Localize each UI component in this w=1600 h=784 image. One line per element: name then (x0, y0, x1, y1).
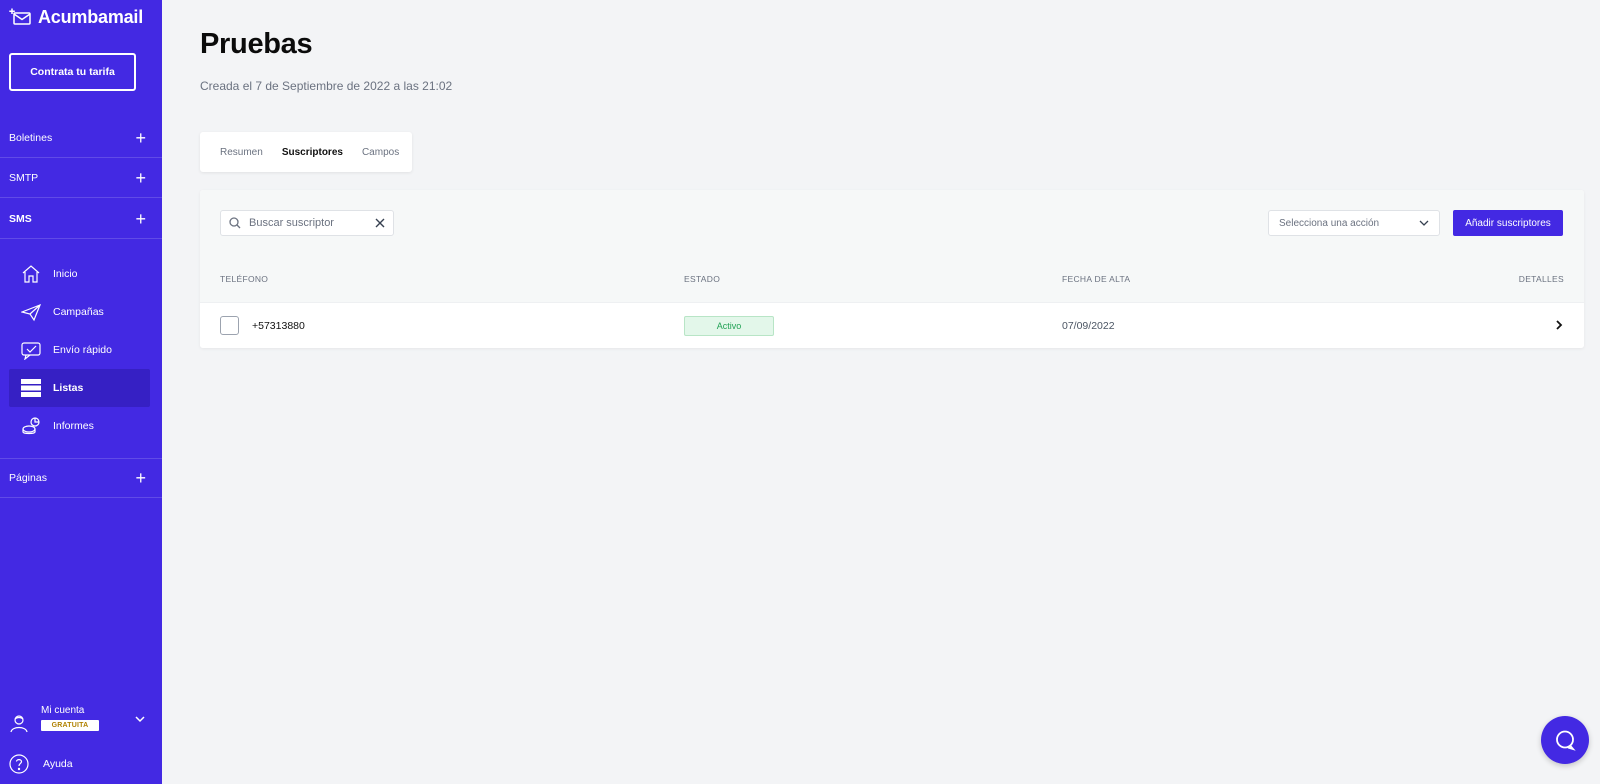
date-cell: 07/09/2022 (1062, 320, 1115, 332)
action-select[interactable]: Selecciona una acción (1268, 210, 1440, 236)
clear-icon[interactable] (375, 218, 385, 228)
column-header-fecha: FECHA DE ALTA (1062, 274, 1131, 284)
add-subscribers-button[interactable]: Añadir suscriptores (1453, 210, 1563, 236)
nav-item-campanas[interactable]: Campañas (9, 293, 150, 331)
page-subtitle: Creada el 7 de Septiembre de 2022 a las … (200, 79, 453, 93)
column-header-estado: ESTADO (684, 274, 721, 284)
chevron-down-icon (1419, 220, 1429, 226)
nav-label: Informes (53, 420, 94, 432)
action-select-label: Selecciona una acción (1279, 217, 1380, 229)
row-checkbox[interactable] (220, 316, 239, 335)
section-label: SMTP (9, 171, 39, 184)
column-header-detalles: DETALLES (1518, 274, 1564, 284)
nav-label: Inicio (53, 268, 78, 280)
search-icon (229, 217, 241, 229)
page-title: Pruebas (200, 28, 313, 60)
nav-label: Listas (53, 382, 84, 394)
chat-button[interactable] (1541, 716, 1589, 764)
account-menu[interactable]: Mi cuenta GRATUITA (9, 705, 145, 743)
help-link[interactable]: Ayuda (9, 754, 73, 774)
account-label: Mi cuenta (41, 705, 85, 716)
paper-plane-icon (21, 303, 41, 322)
user-icon (10, 715, 28, 733)
plus-icon: + (135, 167, 146, 188)
section-label: SMS (9, 212, 32, 225)
brand-logo[interactable]: Acumbamail (9, 6, 143, 28)
section-sms[interactable]: SMS + (0, 199, 162, 239)
chevron-right-icon[interactable] (1552, 318, 1566, 332)
section-label: Boletines (9, 131, 53, 144)
plus-icon: + (135, 208, 146, 229)
search-input[interactable] (249, 217, 367, 229)
chat-check-icon (21, 342, 41, 360)
plus-icon: + (135, 127, 146, 148)
help-icon (9, 754, 29, 774)
section-label: Páginas (9, 472, 47, 484)
chevron-down-icon (135, 716, 145, 723)
card-toolbar (200, 190, 1584, 302)
nav-item-informes[interactable]: Informes (9, 407, 150, 445)
plus-icon: + (135, 468, 146, 488)
tab-suscriptores[interactable]: Suscriptores (282, 147, 343, 158)
sidebar: Acumbamail Contrata tu tarifa Boletines … (0, 0, 162, 784)
list-icon (21, 379, 41, 397)
mail-plus-icon (9, 8, 31, 25)
section-paginas[interactable]: Páginas + (0, 458, 162, 498)
tab-bar: Resumen Suscriptores Campos (200, 132, 412, 172)
nav-item-listas[interactable]: Listas (9, 369, 150, 407)
plan-badge: GRATUITA (41, 720, 99, 731)
section-smtp[interactable]: SMTP + (0, 158, 162, 198)
plan-button[interactable]: Contrata tu tarifa (9, 53, 136, 91)
help-label: Ayuda (43, 758, 73, 770)
status-badge: Activo (684, 316, 774, 336)
nav-item-inicio[interactable]: Inicio (9, 255, 150, 293)
nav-label: Envío rápido (53, 344, 112, 356)
section-boletines[interactable]: Boletines + (0, 118, 162, 158)
nav-item-envio-rapido[interactable]: Envío rápido (9, 331, 150, 369)
search-box (220, 210, 394, 236)
phone-cell: +57313880 (252, 320, 305, 332)
tab-resumen[interactable]: Resumen (220, 147, 263, 158)
column-header-telefono: TELÉFONO (220, 274, 269, 284)
table-row: +57313880 Activo 07/09/2022 (200, 302, 1584, 348)
chart-icon (22, 417, 40, 435)
chat-bubble-icon (1556, 730, 1576, 751)
tab-campos[interactable]: Campos (362, 147, 399, 158)
home-icon (22, 265, 40, 283)
brand-name: Acumbamail (38, 6, 144, 27)
nav-label: Campañas (53, 306, 104, 318)
subscribers-card: Selecciona una acción Añadir suscriptore… (200, 190, 1584, 348)
